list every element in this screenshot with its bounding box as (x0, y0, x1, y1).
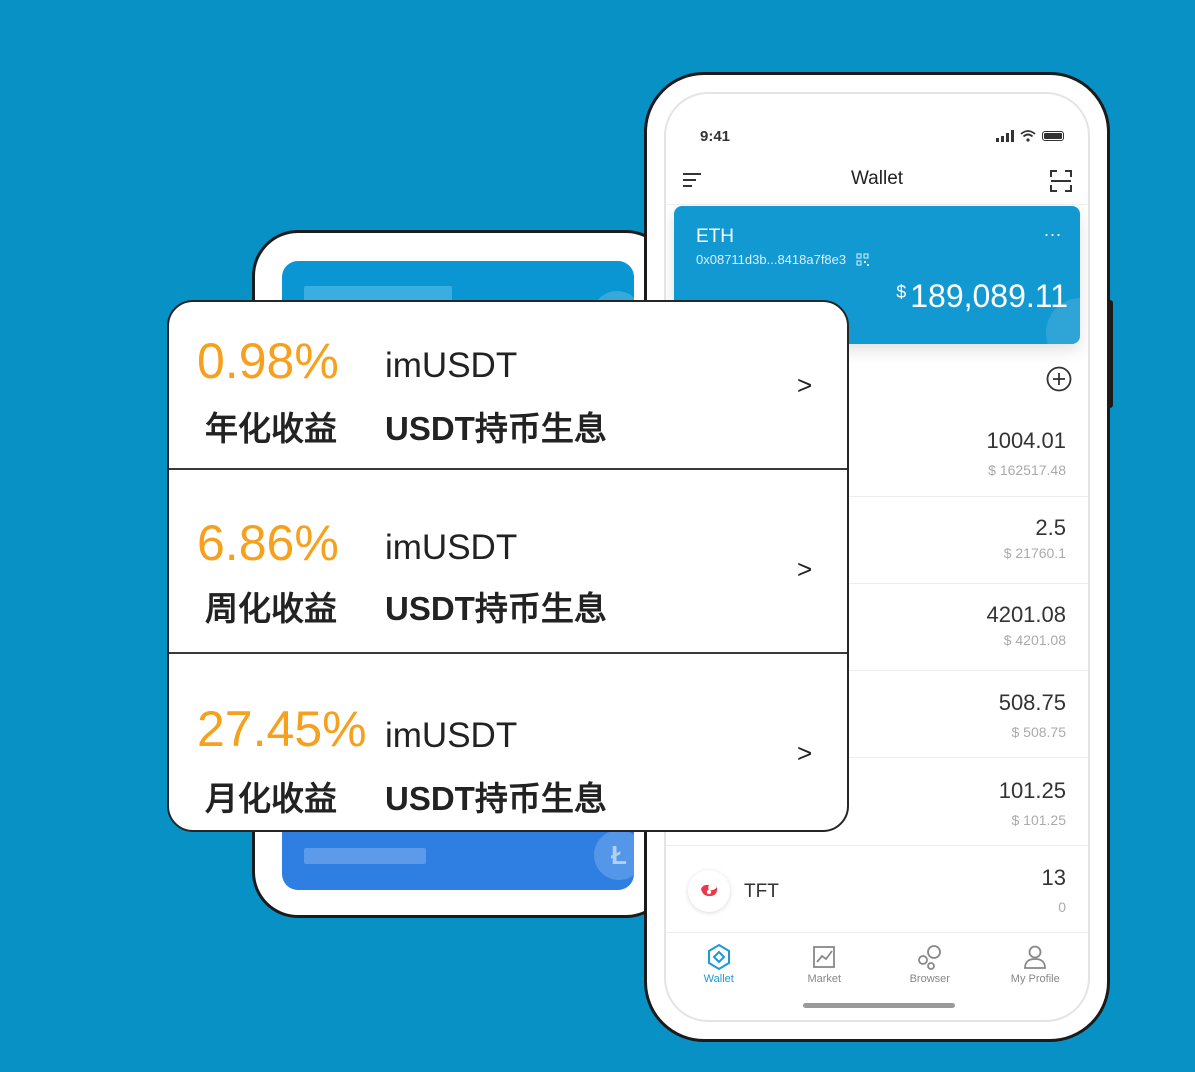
browser-bubbles-icon (917, 945, 941, 970)
yield-rate: 6.86% (197, 515, 339, 571)
chevron-right-icon: > (797, 738, 813, 768)
tab-label: My Profile (1010, 973, 1060, 985)
product-description: USDT持币生息 (385, 410, 607, 447)
yield-row-monthly[interactable]: 27.45% 月化收益 imUSDT USDT持币生息 > (169, 654, 847, 830)
phone-side-button (1107, 300, 1113, 408)
battery-icon (1042, 131, 1064, 141)
yield-rate: 0.98% (197, 333, 339, 389)
asset-amount: 2.5 (1035, 515, 1066, 540)
wifi-icon (1020, 130, 1036, 142)
tab-browser[interactable]: Browser (877, 933, 983, 1003)
tft-logo-icon (701, 884, 718, 897)
tab-label: Market (807, 973, 842, 985)
wallet-balance: $189,089.11 (896, 278, 1068, 315)
asset-amount: 101.25 (998, 778, 1066, 803)
signal-icon (996, 130, 1014, 142)
product-description: USDT持币生息 (385, 590, 607, 627)
asset-amount: 1004.01 (986, 428, 1066, 453)
yield-period-label: 周化收益 (205, 590, 337, 627)
scan-icon[interactable] (1050, 170, 1072, 192)
asset-usd-value: $ 162517.48 (988, 462, 1066, 478)
asset-usd-value: $ 21760.1 (1003, 545, 1066, 561)
asset-usd-value: 0 (1058, 899, 1066, 915)
asset-usd-value: $ 101.25 (1011, 812, 1067, 828)
product-name: imUSDT (385, 346, 518, 385)
bottom-tab-bar: Wallet Market Browser My Profile (666, 932, 1088, 1003)
chevron-right-icon: > (797, 554, 813, 584)
page-title: Wallet (850, 168, 904, 189)
asset-amount: 13 (1041, 865, 1066, 890)
tab-label: Wallet (703, 973, 734, 985)
balance-value: 189,089.11 (910, 278, 1068, 314)
asset-usd-value: $ 508.75 (1011, 724, 1067, 740)
row-divider (666, 845, 1088, 846)
currency-symbol: $ (896, 282, 907, 302)
yield-row-weekly[interactable]: 6.86% 周化收益 imUSDT USDT持币生息 > (169, 470, 847, 652)
status-time: 9:41 (700, 128, 731, 145)
tft-token-logo (688, 870, 730, 912)
product-name: imUSDT (385, 528, 518, 567)
profile-icon (1024, 945, 1047, 969)
home-indicator (803, 1003, 955, 1008)
asset-name: TFT (744, 881, 779, 902)
yield-overlay-card: 0.98% 年化收益 imUSDT USDT持币生息 > 6.86% 周化收益 … (167, 300, 849, 832)
product-description: USDT持币生息 (385, 780, 607, 817)
top-nav: Wallet (666, 154, 1088, 205)
market-chart-icon (813, 946, 836, 968)
chevron-right-icon: > (797, 370, 813, 400)
yield-period-label: 月化收益 (205, 780, 337, 817)
more-options-button[interactable]: ... (1044, 220, 1062, 241)
add-asset-icon[interactable] (1046, 366, 1072, 392)
asset-amount: 508.75 (998, 690, 1066, 715)
tab-my-profile[interactable]: My Profile (983, 933, 1089, 1003)
back-card-placeholder-bar (304, 848, 426, 864)
asset-amount: 4201.08 (986, 602, 1066, 627)
yield-row-annual[interactable]: 0.98% 年化收益 imUSDT USDT持币生息 > (169, 302, 847, 468)
product-name: imUSDT (385, 716, 518, 755)
litecoin-icon: Ł (594, 830, 644, 880)
status-icons (996, 130, 1064, 142)
qr-code-icon[interactable] (856, 253, 869, 266)
yield-rate: 27.45% (197, 701, 367, 757)
wallet-address[interactable]: 0x08711d3b...8418a7f8e3 (696, 252, 869, 267)
asset-usd-value: $ 4201.08 (1003, 632, 1066, 648)
wallet-chain-name: ETH (696, 226, 734, 247)
tab-market[interactable]: Market (772, 933, 878, 1003)
tab-label: Browser (909, 973, 950, 985)
wallet-icon (707, 943, 730, 971)
tab-wallet[interactable]: Wallet (666, 933, 772, 1003)
wallet-address-text: 0x08711d3b...8418a7f8e3 (696, 252, 847, 267)
yield-period-label: 年化收益 (205, 410, 337, 447)
